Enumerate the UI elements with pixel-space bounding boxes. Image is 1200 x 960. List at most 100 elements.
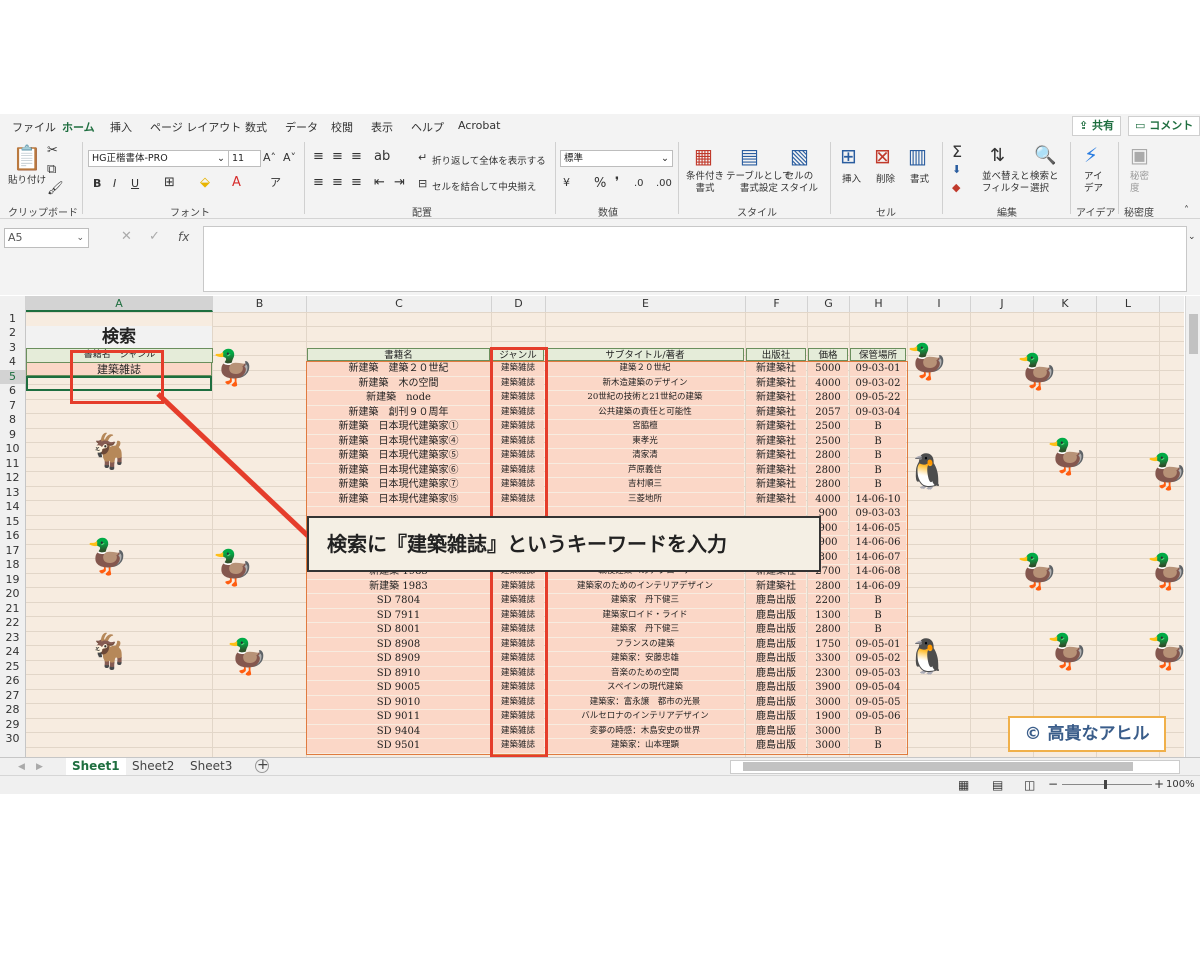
increase-decimal-icon[interactable]: .0 <box>634 177 644 191</box>
tab-acrobat[interactable]: Acrobat <box>458 119 500 132</box>
font-color-icon[interactable]: A <box>232 176 241 190</box>
row-header-21[interactable]: 21 <box>0 602 25 617</box>
sensitivity-button[interactable]: 秘密 度 <box>1130 171 1149 195</box>
grow-font-icon[interactable]: A˄ <box>263 151 276 165</box>
horizontal-scroll-thumb[interactable] <box>743 762 1133 771</box>
tab-help[interactable]: ヘルプ <box>411 119 444 135</box>
shrink-font-icon[interactable]: A˅ <box>283 151 296 165</box>
borders-icon[interactable]: ⊞ <box>164 176 175 190</box>
row-header-27[interactable]: 27 <box>0 689 25 704</box>
row-header-2[interactable]: 2 <box>0 326 25 341</box>
add-sheet-button[interactable]: + <box>255 758 269 773</box>
find-select-button[interactable]: 検索と 選択 <box>1030 171 1059 195</box>
sheet-tab-2[interactable]: Sheet2 <box>126 758 180 775</box>
collapse-ribbon-icon[interactable]: ˄ <box>1184 204 1189 218</box>
align-bottom-icon[interactable]: ≡ <box>351 150 362 164</box>
paste-icon[interactable]: 📋 <box>12 146 42 170</box>
row-header-4[interactable]: 4 <box>0 355 25 370</box>
bold-button[interactable]: B <box>93 177 101 190</box>
column-header-f[interactable]: F <box>746 296 808 312</box>
row-header-9[interactable]: 9 <box>0 428 25 443</box>
format-cells-button[interactable]: 書式 <box>910 171 929 185</box>
row-header-15[interactable]: 15 <box>0 515 25 530</box>
copy-icon[interactable]: ⧉ <box>47 163 56 177</box>
row-header-17[interactable]: 17 <box>0 544 25 559</box>
column-header-c[interactable]: C <box>307 296 492 312</box>
column-header-b[interactable]: B <box>213 296 307 312</box>
tab-formulas[interactable]: 数式 <box>245 119 267 135</box>
tab-review[interactable]: 校閲 <box>331 119 353 135</box>
row-header-19[interactable]: 19 <box>0 573 25 588</box>
row-header-26[interactable]: 26 <box>0 674 25 689</box>
row-header-10[interactable]: 10 <box>0 442 25 457</box>
italic-button[interactable]: I <box>113 177 116 190</box>
page-layout-view-icon[interactable]: ▤ <box>992 778 1003 792</box>
column-header-l[interactable]: L <box>1097 296 1160 312</box>
row-header-7[interactable]: 7 <box>0 399 25 414</box>
column-header-h[interactable]: H <box>850 296 908 312</box>
zoom-slider[interactable] <box>1062 780 1152 789</box>
row-header-20[interactable]: 20 <box>0 587 25 602</box>
align-right-icon[interactable]: ≡ <box>351 176 362 190</box>
row-header-22[interactable]: 22 <box>0 616 25 631</box>
conditional-format-button[interactable]: 条件付き 書式 <box>686 171 724 195</box>
tab-insert[interactable]: 挿入 <box>110 119 132 135</box>
cut-icon[interactable]: ✂ <box>47 144 58 158</box>
vertical-scroll-thumb[interactable] <box>1189 314 1198 354</box>
zoom-out-icon[interactable]: − <box>1048 777 1058 791</box>
normal-view-icon[interactable]: ▦ <box>958 778 969 792</box>
cancel-icon[interactable]: ✕ <box>121 230 132 244</box>
align-middle-icon[interactable]: ≡ <box>332 150 343 164</box>
sheet-tab-3[interactable]: Sheet3 <box>184 758 238 775</box>
page-break-view-icon[interactable]: ◫ <box>1024 778 1035 792</box>
name-box[interactable]: A5 ⌄ <box>4 228 89 248</box>
delete-cells-button[interactable]: 削除 <box>876 171 895 185</box>
row-header-14[interactable]: 14 <box>0 500 25 515</box>
tab-home[interactable]: ホーム <box>62 119 95 140</box>
format-painter-icon[interactable]: 🖌 <box>47 182 64 196</box>
row-header-16[interactable]: 16 <box>0 529 25 544</box>
zoom-in-icon[interactable]: + <box>1154 777 1164 791</box>
tab-view[interactable]: 表示 <box>371 119 393 135</box>
row-header-29[interactable]: 29 <box>0 718 25 733</box>
cell-styles-button[interactable]: セルの スタイル <box>780 171 818 195</box>
row-header-11[interactable]: 11 <box>0 457 25 472</box>
ideas-button[interactable]: アイ デア <box>1084 171 1103 195</box>
number-format-select[interactable]: 標準 ⌄ <box>560 150 673 167</box>
column-header-a[interactable]: A <box>26 296 213 312</box>
expand-formula-icon[interactable]: ⌄ <box>1188 230 1196 244</box>
row-header-23[interactable]: 23 <box>0 631 25 646</box>
percent-button[interactable]: % <box>594 176 606 191</box>
sort-filter-button[interactable]: 並べ替えと フィルター <box>982 171 1030 195</box>
vertical-scrollbar[interactable] <box>1185 296 1200 757</box>
wrap-text-button[interactable]: 折り返して全体を表示する <box>432 153 546 167</box>
row-header-24[interactable]: 24 <box>0 645 25 660</box>
currency-icon[interactable]: ¥ <box>563 176 570 190</box>
zoom-level[interactable]: 100% <box>1166 779 1195 790</box>
scroll-right-icon[interactable]: ▶ <box>36 760 43 774</box>
row-header-3[interactable]: 3 <box>0 341 25 356</box>
column-header-g[interactable]: G <box>808 296 850 312</box>
align-top-icon[interactable]: ≡ <box>313 150 324 164</box>
tab-file[interactable]: ファイル <box>12 119 56 135</box>
row-header-18[interactable]: 18 <box>0 558 25 573</box>
zoom-slider-thumb[interactable] <box>1104 780 1107 789</box>
indent-icon[interactable]: ⇤ <box>374 176 385 190</box>
insert-cells-button[interactable]: 挿入 <box>842 171 861 185</box>
orientation-icon[interactable]: ab <box>374 150 390 164</box>
decrease-decimal-icon[interactable]: .00 <box>656 177 672 191</box>
row-header-5[interactable]: 5 <box>0 369 25 384</box>
merge-center-button[interactable]: セルを結合して中央揃え <box>432 179 536 193</box>
autosum-button[interactable]: Σ <box>952 142 962 161</box>
clear-icon[interactable]: ◆ <box>952 181 960 195</box>
scroll-left-icon[interactable]: ◀ <box>18 760 25 774</box>
underline-button[interactable]: U <box>131 177 139 190</box>
font-name-select[interactable]: HG正楷書体-PRO ⌄ <box>88 150 229 167</box>
formula-input[interactable] <box>203 226 1187 292</box>
row-header-28[interactable]: 28 <box>0 703 25 718</box>
row-header-13[interactable]: 13 <box>0 486 25 501</box>
comment-button[interactable]: ▭ コメント <box>1128 116 1200 136</box>
tab-page-layout[interactable]: ページ レイアウト <box>150 119 241 135</box>
enter-icon[interactable]: ✓ <box>149 230 160 244</box>
column-header-j[interactable]: J <box>971 296 1034 312</box>
